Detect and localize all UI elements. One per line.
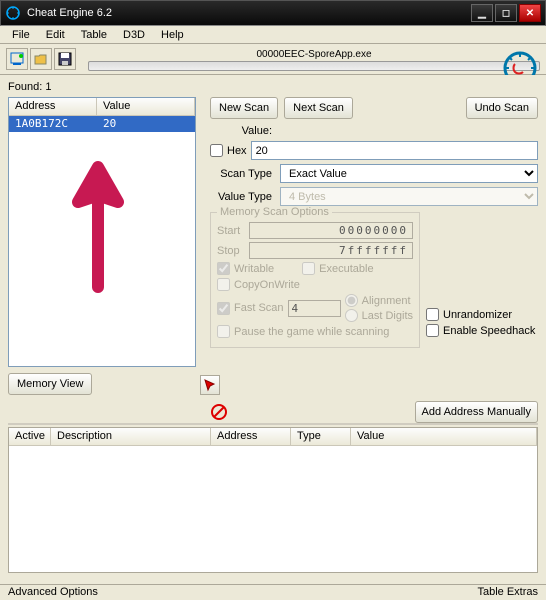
- scan-type-select[interactable]: Exact Value: [280, 164, 538, 183]
- maximize-button[interactable]: ◻: [495, 4, 517, 22]
- table-extras-button[interactable]: Table Extras: [477, 586, 538, 599]
- close-button[interactable]: ✕: [519, 4, 541, 22]
- speedhack-checkbox[interactable]: Enable Speedhack: [426, 324, 535, 337]
- writable-checkbox: [217, 262, 230, 275]
- advanced-options-button[interactable]: Advanced Options: [8, 586, 98, 599]
- start-input: [249, 222, 413, 239]
- found-label: Found: 1: [8, 81, 538, 93]
- fastscan-checkbox: [217, 302, 230, 315]
- executable-checkbox: [302, 262, 315, 275]
- stop-input: [249, 242, 413, 259]
- col-value[interactable]: Value: [97, 98, 195, 115]
- col-value[interactable]: Value: [351, 428, 537, 445]
- process-name: 00000EEC-SporeApp.exe: [88, 49, 540, 60]
- undo-scan-button[interactable]: Undo Scan: [466, 97, 538, 119]
- select-process-button[interactable]: [6, 48, 28, 70]
- col-address[interactable]: Address: [9, 98, 97, 115]
- memory-scan-options-group: Memory Scan Options Start Stop Writable …: [210, 212, 420, 348]
- value-type-label: Value Type: [210, 191, 276, 203]
- new-scan-button[interactable]: New Scan: [210, 97, 278, 119]
- fastscan-value: [288, 300, 341, 317]
- menu-help[interactable]: Help: [153, 27, 192, 43]
- pointer-scan-button[interactable]: [200, 375, 220, 395]
- pause-checkbox: [217, 325, 230, 338]
- value-input[interactable]: [251, 141, 538, 160]
- result-row[interactable]: 1A0B172C 20: [9, 116, 195, 132]
- menu-bar: File Edit Table D3D Help: [0, 26, 546, 44]
- splitter[interactable]: [8, 423, 538, 425]
- col-active[interactable]: Active: [9, 428, 51, 445]
- lastdigits-radio: [345, 309, 358, 322]
- window-title: Cheat Engine 6.2: [27, 7, 112, 19]
- open-button[interactable]: [30, 48, 52, 70]
- menu-edit[interactable]: Edit: [38, 27, 73, 43]
- alignment-radio: [345, 294, 358, 307]
- scan-type-label: Scan Type: [210, 168, 276, 180]
- copyonwrite-checkbox: [217, 278, 230, 291]
- hex-checkbox[interactable]: Hex: [210, 144, 247, 157]
- col-description[interactable]: Description: [51, 428, 211, 445]
- address-list-table[interactable]: Active Description Address Type Value: [8, 427, 538, 573]
- clear-list-button[interactable]: [208, 401, 230, 423]
- col-type[interactable]: Type: [291, 428, 351, 445]
- menu-d3d[interactable]: D3D: [115, 27, 153, 43]
- save-button[interactable]: [54, 48, 76, 70]
- add-address-manually-button[interactable]: Add Address Manually: [415, 401, 538, 423]
- unrandomizer-checkbox[interactable]: Unrandomizer: [426, 308, 535, 321]
- menu-table[interactable]: Table: [73, 27, 115, 43]
- minimize-button[interactable]: ▁: [471, 4, 493, 22]
- progress-bar: [88, 61, 540, 71]
- next-scan-button[interactable]: Next Scan: [284, 97, 353, 119]
- app-icon: [5, 5, 21, 21]
- scan-results-list[interactable]: Address Value 1A0B172C 20: [8, 97, 196, 367]
- value-type-select: 4 Bytes: [280, 187, 538, 206]
- menu-file[interactable]: File: [4, 27, 38, 43]
- memory-view-button[interactable]: Memory View: [8, 373, 92, 395]
- value-label: Value:: [210, 125, 276, 137]
- col-address[interactable]: Address: [211, 428, 291, 445]
